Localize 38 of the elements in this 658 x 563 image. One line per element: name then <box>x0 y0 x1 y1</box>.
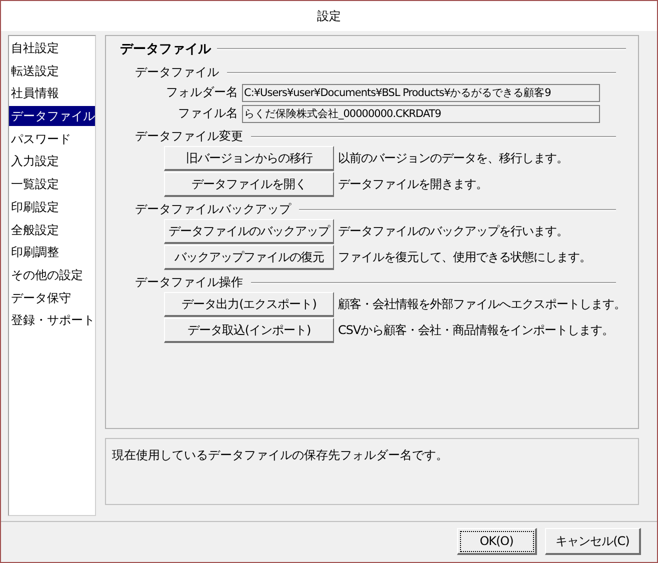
section-title: データファイル操作 <box>135 274 243 291</box>
section-title: データファイルバックアップ <box>135 201 291 218</box>
sidebar-item[interactable]: パスワード <box>9 128 95 149</box>
button-description: 顧客・会社情報を外部ファイルへエクスポートします。 <box>338 296 626 313</box>
sidebar-item[interactable]: 入力設定 <box>9 151 95 172</box>
sidebar-item[interactable]: 印刷設定 <box>9 196 95 217</box>
field-label: フォルダー名 <box>165 84 239 101</box>
ok-button[interactable]: OK(O) <box>457 528 537 555</box>
input-field[interactable]: C:¥Users¥user¥Documents¥BSL Products¥かるがるできる顧客9 <box>242 84 600 102</box>
section-title: データファイル <box>135 64 219 81</box>
action-button[interactable]: データ出力(エクスポート) <box>164 292 334 317</box>
button-description: ファイルを復元して、使用できる状態にします。 <box>338 249 591 266</box>
sidebar-item[interactable]: 転送設定 <box>9 60 95 81</box>
window-title: 設定 <box>317 8 341 24</box>
button-description: データファイルのバックアップを行います。 <box>338 223 568 240</box>
sidebar-item[interactable]: 登録・サポート <box>9 310 95 330</box>
cancel-button[interactable]: キャンセル(C) <box>545 528 641 555</box>
button-description: 以前のバージョンのデータを、移行します。 <box>338 150 568 167</box>
button-description: データファイルを開きます。 <box>338 176 488 193</box>
action-button[interactable]: バックアップファイルの復元 <box>164 245 334 270</box>
sidebar-item[interactable]: データファイル <box>9 106 95 126</box>
sidebar-item[interactable]: 全般設定 <box>9 220 95 240</box>
sidebar-item[interactable]: 自社設定 <box>9 38 95 58</box>
action-button[interactable]: データ取込(インポート) <box>164 318 334 343</box>
field-label: ファイル名 <box>177 105 239 122</box>
help-text: 現在使用しているデータファイルの保存先フォルダー名です。 <box>112 448 448 462</box>
sidebar-item[interactable]: 印刷調整 <box>9 242 95 262</box>
button-description: CSVから顧客・会社・商品情報をインポートします。 <box>338 322 614 339</box>
sidebar-item[interactable]: 一覧設定 <box>9 174 95 194</box>
input-field[interactable]: らくだ保険株式会社_00000000.CKRDAT9 <box>242 104 600 122</box>
action-button[interactable]: 旧バージョンからの移行 <box>164 146 334 171</box>
action-button[interactable]: データファイルを開く <box>164 172 334 197</box>
sidebar-item[interactable]: 社員情報 <box>9 83 95 104</box>
action-button[interactable]: データファイルのバックアップ <box>164 219 334 244</box>
sidebar-item[interactable]: その他の設定 <box>9 264 95 285</box>
panel-title: データファイル <box>120 41 211 58</box>
section-title: データファイル変更 <box>135 128 243 145</box>
sidebar-item[interactable]: データ保守 <box>9 288 95 308</box>
